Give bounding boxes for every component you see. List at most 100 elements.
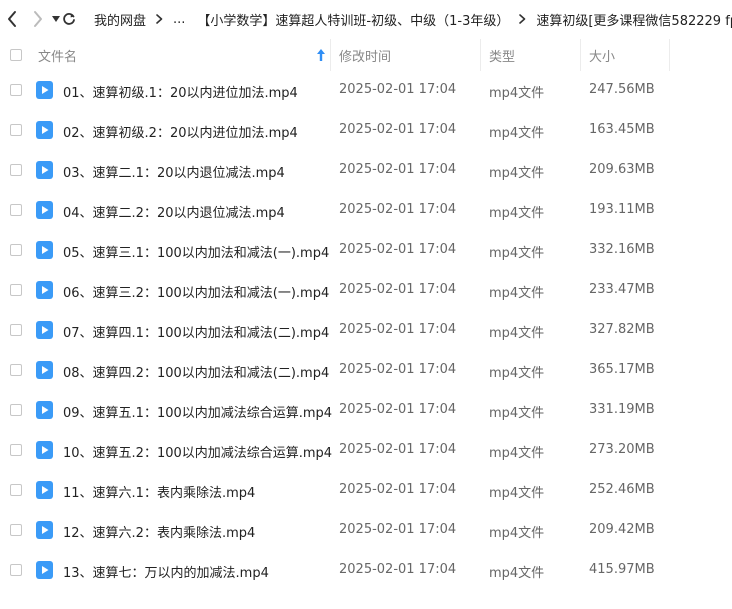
file-type: mp4文件 [489, 326, 545, 341]
video-file-icon [36, 161, 53, 179]
file-type: mp4文件 [489, 446, 545, 461]
file-type: mp4文件 [489, 246, 545, 261]
breadcrumb-chevron-icon [519, 13, 526, 25]
file-row[interactable]: 07、速算四.1：100以内加法和减法(二).mp4 2025-02-01 17:… [0, 310, 732, 350]
sort-ascending-icon[interactable] [316, 48, 326, 62]
video-file-icon [36, 441, 53, 459]
video-file-icon [36, 121, 53, 139]
file-size: 273.20MB [589, 442, 655, 457]
file-row[interactable]: 06、速算三.2：100以内加法和减法(一).mp4 2025-02-01 17:… [0, 270, 732, 310]
row-checkbox[interactable] [10, 444, 22, 456]
file-size: 209.63MB [589, 162, 655, 177]
video-file-icon [36, 521, 53, 539]
video-file-icon [36, 201, 53, 219]
file-size: 193.11MB [589, 202, 655, 217]
file-row[interactable]: 08、速算四.2：100以内加法和减法(二).mp4 2025-02-01 17:… [0, 350, 732, 390]
file-type: mp4文件 [489, 286, 545, 301]
file-modified-time: 2025-02-01 17:04 [339, 402, 457, 417]
file-type: mp4文件 [489, 526, 545, 541]
file-row[interactable]: 05、速算三.1：100以内加法和减法(一).mp4 2025-02-01 17:… [0, 230, 732, 270]
refresh-icon [63, 13, 75, 25]
file-size: 331.19MB [589, 402, 655, 417]
row-checkbox[interactable] [10, 124, 22, 136]
column-header-name[interactable]: 文件名 [38, 39, 330, 71]
caret-down-icon [52, 16, 60, 22]
video-file-icon [36, 81, 53, 99]
file-name[interactable]: 06、速算三.2：100以内加法和减法(一).mp4 [63, 282, 329, 301]
column-header-size[interactable]: 大小 [589, 39, 669, 71]
breadcrumb-root[interactable]: 我的网盘 [94, 10, 146, 29]
row-checkbox[interactable] [10, 284, 22, 296]
file-row[interactable]: 13、速算七：万以内的加减法.mp4 2025-02-01 17:04 mp4文件 4… [0, 550, 732, 590]
column-divider[interactable] [669, 39, 670, 71]
file-list: 01、速算初级.1：20以内进位加法.mp4 2025-02-01 17:04 mp… [0, 70, 732, 590]
file-modified-time: 2025-02-01 17:04 [339, 562, 457, 577]
history-dropdown-button[interactable] [52, 7, 60, 31]
breadcrumb-parent-folder[interactable]: 【小学数学】速算超人特训班-初级、中级（1-3年级） [197, 10, 509, 29]
file-name[interactable]: 08、速算四.2：100以内加法和减法(二).mp4 [63, 362, 329, 381]
file-size: 233.47MB [589, 282, 655, 297]
row-checkbox[interactable] [10, 524, 22, 536]
file-name[interactable]: 03、速算二.1：20以内退位减法.mp4 [63, 162, 285, 181]
chevron-left-icon [8, 11, 16, 27]
file-row[interactable]: 10、速算五.2：100以内加减法综合运算.mp4 2025-02-01 17:0… [0, 430, 732, 470]
file-name[interactable]: 10、速算五.2：100以内加减法综合运算.mp4 [63, 442, 332, 461]
file-row[interactable]: 03、速算二.1：20以内退位减法.mp4 2025-02-01 17:04 mp4… [0, 150, 732, 190]
file-modified-time: 2025-02-01 17:04 [339, 242, 457, 257]
back-button[interactable] [6, 7, 18, 31]
file-row[interactable]: 02、速算初级.2：20以内进位加法.mp4 2025-02-01 17:04 mp… [0, 110, 732, 150]
forward-button[interactable] [32, 7, 44, 31]
row-checkbox[interactable] [10, 204, 22, 216]
file-modified-time: 2025-02-01 17:04 [339, 162, 457, 177]
file-name[interactable]: 12、速算六.2：表内乘除法.mp4 [63, 522, 255, 541]
file-name[interactable]: 02、速算初级.2：20以内进位加法.mp4 [63, 122, 298, 141]
file-type: mp4文件 [489, 406, 545, 421]
row-checkbox[interactable] [10, 564, 22, 576]
file-type: mp4文件 [489, 206, 545, 221]
video-file-icon [36, 401, 53, 419]
file-type: mp4文件 [489, 566, 545, 581]
row-checkbox[interactable] [10, 404, 22, 416]
file-row[interactable]: 09、速算五.1：100以内加减法综合运算.mp4 2025-02-01 17:0… [0, 390, 732, 430]
row-checkbox[interactable] [10, 164, 22, 176]
breadcrumb-ellipsis[interactable]: ... [173, 12, 185, 27]
file-name[interactable]: 13、速算七：万以内的加减法.mp4 [63, 562, 269, 581]
file-size: 365.17MB [589, 362, 655, 377]
file-name[interactable]: 05、速算三.1：100以内加法和减法(一).mp4 [63, 242, 329, 261]
file-name[interactable]: 01、速算初级.1：20以内进位加法.mp4 [63, 82, 298, 101]
file-row[interactable]: 11、速算六.1：表内乘除法.mp4 2025-02-01 17:04 mp4文件 2… [0, 470, 732, 510]
navigation-bar: 我的网盘 ... 【小学数学】速算超人特训班-初级、中级（1-3年级） 速算初级… [0, 0, 732, 38]
column-header-time[interactable]: 修改时间 [339, 39, 479, 71]
file-row[interactable]: 04、速算二.2：20以内退位减法.mp4 2025-02-01 17:04 mp4… [0, 190, 732, 230]
row-checkbox[interactable] [10, 324, 22, 336]
file-type: mp4文件 [489, 86, 545, 101]
column-divider[interactable] [480, 39, 481, 71]
file-modified-time: 2025-02-01 17:04 [339, 442, 457, 457]
column-header-type[interactable]: 类型 [489, 39, 579, 71]
video-file-icon [36, 561, 53, 579]
file-row[interactable]: 12、速算六.2：表内乘除法.mp4 2025-02-01 17:04 mp4文件 2… [0, 510, 732, 550]
row-checkbox[interactable] [10, 84, 22, 96]
file-name[interactable]: 11、速算六.1：表内乘除法.mp4 [63, 482, 255, 501]
file-modified-time: 2025-02-01 17:04 [339, 362, 457, 377]
video-file-icon [36, 481, 53, 499]
file-modified-time: 2025-02-01 17:04 [339, 482, 457, 497]
row-checkbox[interactable] [10, 484, 22, 496]
row-checkbox[interactable] [10, 244, 22, 256]
file-row[interactable]: 01、速算初级.1：20以内进位加法.mp4 2025-02-01 17:04 mp… [0, 70, 732, 110]
column-divider[interactable] [580, 39, 581, 71]
row-checkbox[interactable] [10, 364, 22, 376]
file-size: 415.97MB [589, 562, 655, 577]
video-file-icon [36, 321, 53, 339]
file-type: mp4文件 [489, 366, 545, 381]
file-modified-time: 2025-02-01 17:04 [339, 122, 457, 137]
file-type: mp4文件 [489, 486, 545, 501]
file-name[interactable]: 04、速算二.2：20以内退位减法.mp4 [63, 202, 285, 221]
column-type-label: 类型 [489, 49, 516, 65]
refresh-button[interactable] [62, 7, 76, 31]
file-name[interactable]: 07、速算四.1：100以内加法和减法(二).mp4 [63, 322, 329, 341]
column-divider[interactable] [330, 39, 331, 71]
file-name[interactable]: 09、速算五.1：100以内加减法综合运算.mp4 [63, 402, 332, 421]
breadcrumb-current-folder: 速算初级[更多课程微信582229 fpser.cc] [536, 13, 732, 29]
file-modified-time: 2025-02-01 17:04 [339, 282, 457, 297]
